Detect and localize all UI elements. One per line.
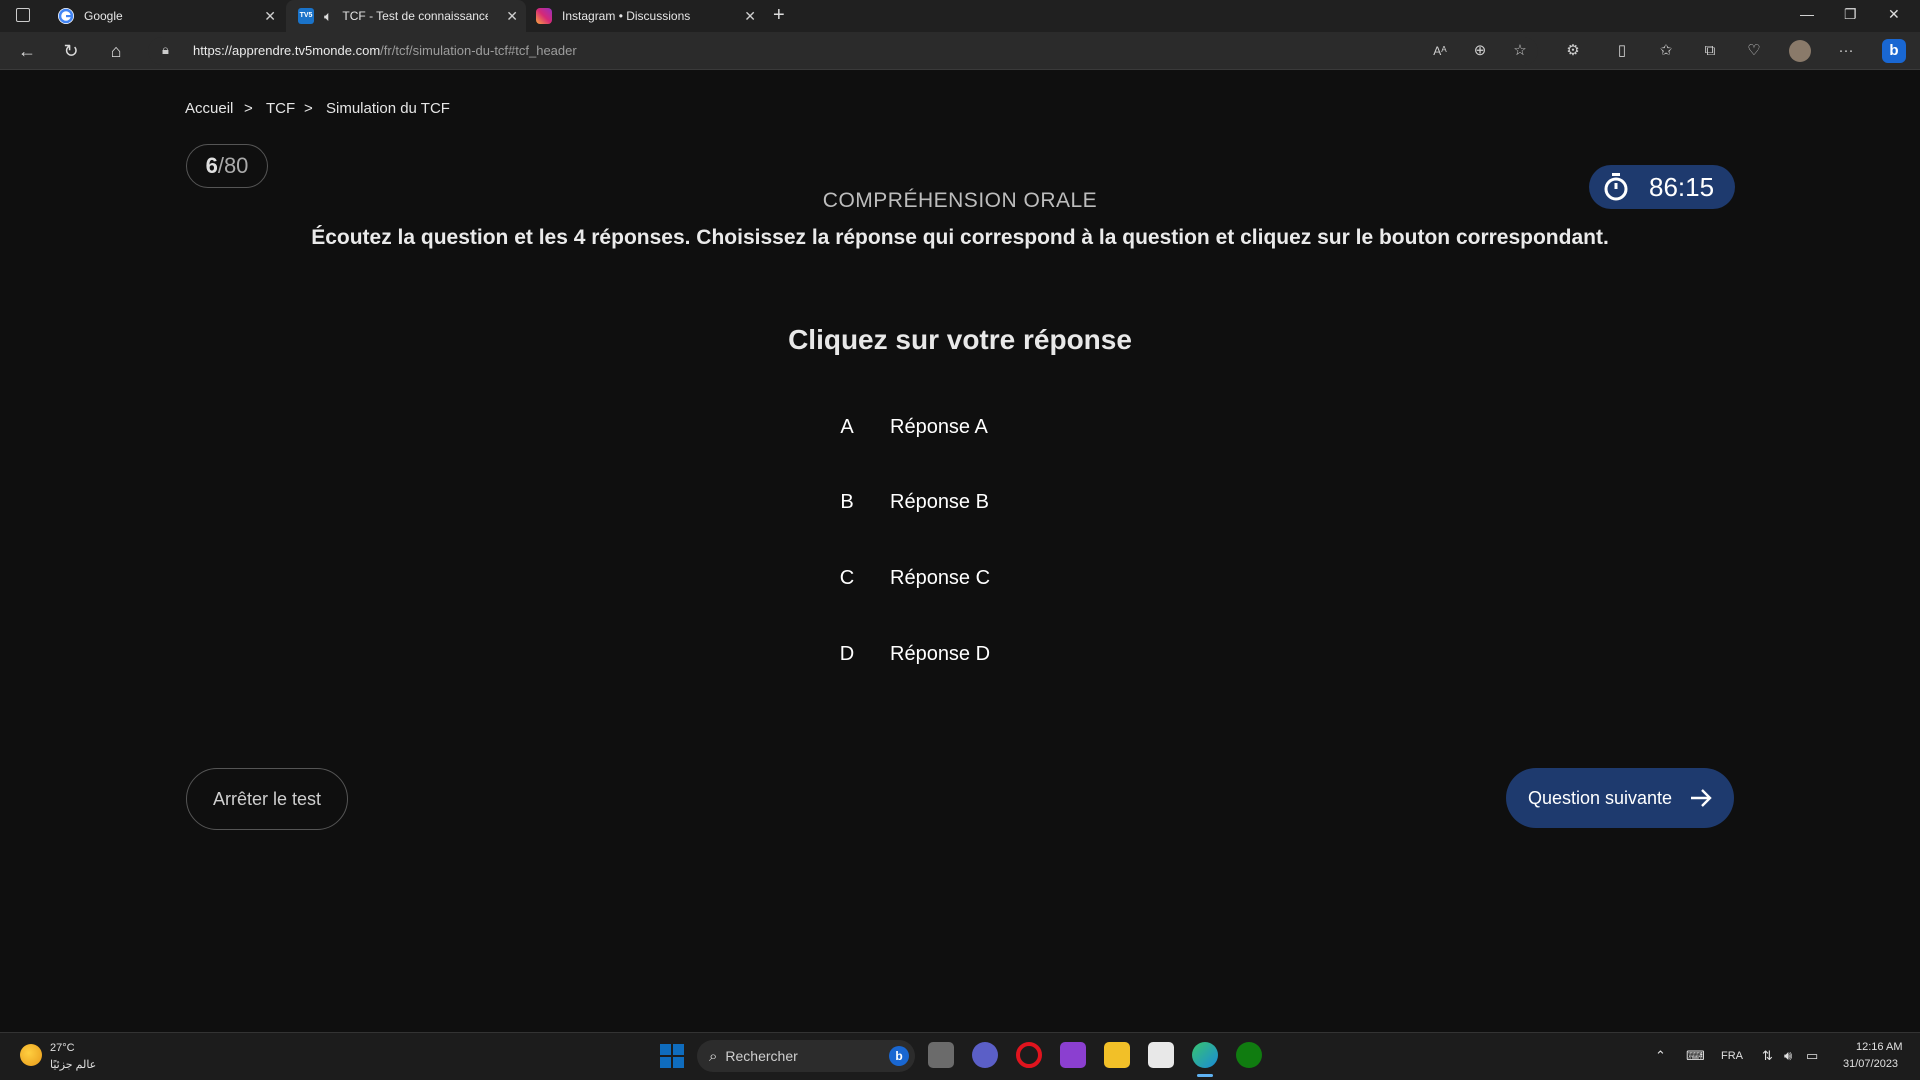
answer-option-d[interactable]: D Réponse D [820,631,1140,677]
split-screen-icon[interactable]: ▯ [1612,41,1632,61]
close-icon[interactable]: ✕ [264,8,276,25]
breadcrumb-separator: > [244,100,253,117]
url-text[interactable]: https://apprendre.tv5monde.com/fr/tcf/si… [193,43,577,58]
answer-option-b[interactable]: B Réponse B [820,479,1140,525]
search-placeholder: Rechercher [725,1048,798,1064]
stop-test-button[interactable]: Arrêter le test [186,768,348,830]
bing-icon: b [889,1046,909,1066]
tab-instagram[interactable]: Instagram • Discussions ✕ [528,0,764,32]
show-hidden-icons[interactable]: ⌃ [1655,1048,1666,1064]
back-icon[interactable]: ← [16,40,38,62]
minimize-icon[interactable]: — [1800,6,1814,22]
answer-letter: B [840,490,854,513]
home-icon[interactable]: ⌂ [105,40,127,62]
answer-prompt: Cliquez sur votre réponse [788,324,1132,355]
url-path: /fr/tcf/simulation-du-tcf#tcf_header [380,43,577,58]
close-window-icon[interactable]: ✕ [1888,6,1900,23]
zoom-icon[interactable]: ⊕ [1470,41,1490,61]
answer-letter: D [839,642,855,665]
network-icon[interactable]: ⇅ [1762,1048,1773,1064]
keyboard-icon[interactable]: ⌨ [1686,1048,1705,1064]
section-title: COMPRÉHENSION ORALE [822,189,1098,212]
refresh-icon[interactable]: ↻ [60,40,82,62]
tv5monde-icon: TV5 [298,8,314,24]
more-icon[interactable]: ··· [1836,41,1856,61]
breadcrumb-simulation: Simulation du TCF [326,100,450,117]
instagram-icon [536,8,552,24]
current-question: 6 [205,153,218,178]
opera-icon[interactable] [1016,1042,1042,1068]
close-icon[interactable]: ✕ [744,8,756,25]
answer-label: Réponse D [890,642,991,665]
favorite-star-icon[interactable]: ☆ [1510,41,1530,61]
file-explorer-icon[interactable] [1104,1042,1130,1068]
health-icon[interactable]: ♡ [1744,41,1764,61]
lock-icon: 🔒︎ [162,42,169,57]
answer-letter: A [840,415,854,438]
task-view-icon[interactable] [928,1042,954,1068]
avatar[interactable] [1789,40,1811,62]
weather-temp[interactable]: 27°C [50,1042,75,1054]
weather-desc: عالم جزئيًا [50,1059,97,1071]
answer-label: Réponse C [890,566,991,589]
clock-time[interactable]: 12:16 AM [1856,1041,1902,1053]
tab-strip: Google ✕ TV5 🔈︎ TCF - Test de connaissan… [0,0,1920,32]
page-content [0,71,1920,1031]
tab-title: TCF - Test de connaissance · [342,9,489,23]
restore-icon[interactable]: ❐ [1844,6,1857,23]
instruction-text: Écoutez la question et les 4 réponses. C… [311,226,1609,249]
clock-date[interactable]: 31/07/2023 [1843,1058,1898,1070]
tab-google[interactable]: Google ✕ [48,0,284,32]
teams-chat-icon[interactable] [972,1042,998,1068]
tab-title: Google [84,9,123,23]
search-icon: ⌕ [709,1047,718,1065]
volume-icon[interactable]: 🔊︎ [1784,1048,1792,1064]
url-domain: https://apprendre.tv5monde.com [193,43,381,58]
edge-active-indicator [1197,1074,1213,1077]
next-question-button[interactable]: Question suivante [1506,768,1734,828]
answer-option-c[interactable]: C Réponse C [820,555,1140,601]
new-tab-icon[interactable]: + [773,4,785,27]
breadcrumb-tcf[interactable]: TCF [266,100,295,117]
answer-label: Réponse B [890,490,989,513]
close-icon[interactable]: ✕ [506,8,518,25]
store-icon[interactable] [1148,1042,1174,1068]
taskbar-search[interactable]: ⌕ Rechercher b [697,1040,915,1072]
battery-icon[interactable]: ▭ [1806,1048,1818,1064]
breadcrumb-separator: > [304,100,313,117]
favorites-icon[interactable]: ✩ [1656,41,1676,61]
tab-title: Instagram • Discussions [562,9,691,23]
collections-icon[interactable]: ⧉ [1700,41,1720,61]
read-aloud-icon[interactable]: Aᴬ [1430,41,1450,61]
edge-icon[interactable] [1192,1042,1218,1068]
tab-actions-icon[interactable] [16,8,30,22]
tab-tcf[interactable]: TV5 🔈︎ TCF - Test de connaissance · ✕ [286,0,526,32]
next-question-label: Question suivante [1527,787,1673,808]
total-questions: /80 [217,153,249,178]
question-counter: 6/80 [186,144,268,188]
weather-icon[interactable] [20,1044,42,1066]
arrow-right-icon [1691,789,1712,807]
answer-option-a[interactable]: A Réponse A [820,404,1140,450]
messenger-icon[interactable] [1060,1042,1086,1068]
answer-letter: C [839,566,855,589]
answer-label: Réponse A [890,415,988,438]
extensions-icon[interactable]: ⚙ [1563,41,1583,61]
taskbar [0,1032,1920,1080]
speaker-icon[interactable]: 🔈︎ [324,8,332,25]
windows-start-icon[interactable] [660,1044,684,1068]
language-indicator[interactable]: FRA [1721,1050,1743,1062]
google-icon [58,8,74,24]
breadcrumb-accueil[interactable]: Accueil [185,100,233,117]
bing-copilot-icon[interactable]: b [1882,39,1906,63]
xbox-icon[interactable] [1236,1042,1262,1068]
